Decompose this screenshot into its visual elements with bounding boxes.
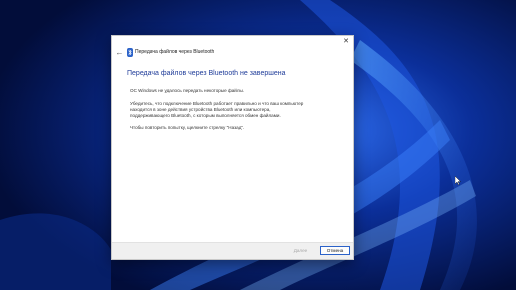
title-bar: ← Передача файлов через Bluetooth ✕ [112,36,353,57]
message-retry: Чтобы повторить попытку, щелкните стрелк… [130,125,245,130]
close-icon[interactable]: ✕ [342,38,350,46]
bluetooth-transfer-dialog: ← Передача файлов через Bluetooth ✕ Пере… [111,35,354,260]
back-arrow-icon[interactable]: ← [115,48,124,57]
message-failed: ОС Windows не удалось передать некоторые… [130,88,245,93]
dialog-title: Передача файлов через Bluetooth [135,49,215,55]
page-heading: Передача файлов через Bluetooth не завер… [127,70,286,77]
bluetooth-icon [127,48,133,57]
next-button[interactable]: Далее [288,246,313,255]
mouse-pointer-icon [455,176,461,185]
message-line: поддерживающего Bluetooth, с которым вып… [130,113,281,118]
message-check-connection: Убедитесь, что подключение Bluetooth раб… [130,101,303,119]
cancel-button[interactable]: Отмена [320,246,350,255]
dialog-footer: Далее Отмена [112,242,353,259]
